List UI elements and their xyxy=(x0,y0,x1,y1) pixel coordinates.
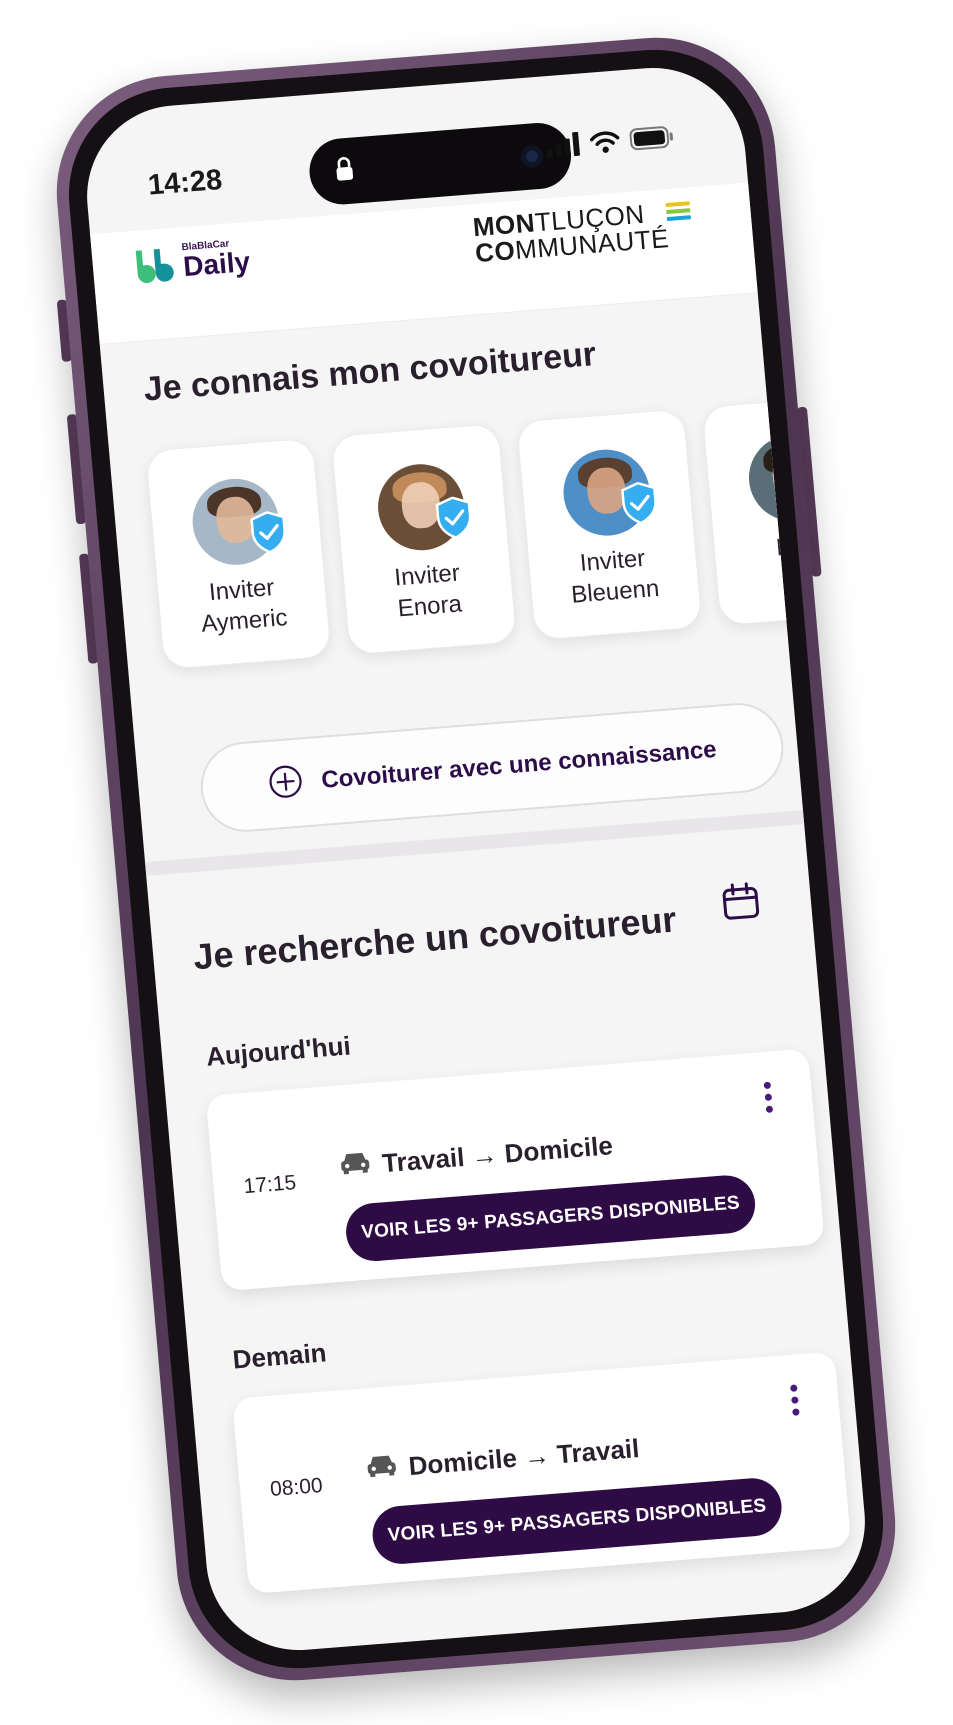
verified-badge-icon xyxy=(619,481,661,531)
contact-carousel[interactable]: Inviter Aymeric Inviter Enora Inviter Bl… xyxy=(145,393,873,680)
day-label-today: Aujourd'hui xyxy=(204,1030,352,1072)
avatar xyxy=(374,461,472,554)
trip-time: 08:00 xyxy=(269,1473,324,1502)
trip-card-tomorrow[interactable]: 08:00 Domicile → Travail VOIR LES 9+ PAS… xyxy=(232,1351,852,1595)
status-icons xyxy=(545,124,675,163)
carpool-with-acquaintance-label: Covoiturer avec une connaissance xyxy=(320,735,718,794)
trip-route-label: Travail → Domicile xyxy=(380,1130,614,1179)
more-vertical-icon[interactable] xyxy=(763,1081,774,1114)
avatar xyxy=(559,446,657,539)
app-screen: 14:28 BlaBlaCar Daily MONTLUÇON COMMUNAU… xyxy=(79,61,873,1657)
contact-card-bleuenn[interactable]: Inviter Bleuenn xyxy=(516,408,703,641)
partner-logo-co: CO xyxy=(473,235,517,269)
phone-mockup: 14:28 BlaBlaCar Daily MONTLUÇON COMMUNAU… xyxy=(46,28,906,1690)
day-label-tomorrow: Demain xyxy=(231,1337,328,1375)
trip-route-label: Domicile → Travail xyxy=(407,1433,641,1482)
trip-route: Domicile → Travail xyxy=(365,1433,640,1485)
view-passengers-button[interactable]: VOIR LES 9+ PASSAGERS DISPONIBLES xyxy=(370,1476,784,1567)
view-passengers-button[interactable]: VOIR LES 9+ PASSAGERS DISPONIBLES xyxy=(343,1173,758,1264)
lock-icon xyxy=(334,156,355,188)
wifi-icon xyxy=(589,129,621,160)
signal-icon xyxy=(545,131,581,164)
search-carpooler-title: Je recherche un covoitureur xyxy=(191,898,678,978)
contact-card-aymeric[interactable]: Inviter Aymeric xyxy=(145,437,332,670)
trip-route: Travail → Domicile xyxy=(339,1130,614,1182)
trip-time: 17:15 xyxy=(242,1171,298,1199)
car-icon xyxy=(365,1452,398,1485)
plus-circle-icon xyxy=(266,762,305,806)
carpool-with-acquaintance-button[interactable]: Covoiturer avec une connaissance xyxy=(197,699,788,836)
dynamic-island xyxy=(306,120,574,207)
camera-icon xyxy=(520,144,544,169)
status-time: 14:28 xyxy=(146,163,224,202)
blablacar-logo-icon xyxy=(135,248,174,284)
known-carpooler-title: Je connais mon covoitureur xyxy=(142,335,598,409)
car-icon xyxy=(339,1149,372,1182)
verified-badge-icon xyxy=(433,495,475,545)
logo-brand-name: Daily xyxy=(181,245,252,283)
more-vertical-icon[interactable] xyxy=(790,1384,800,1416)
battery-icon xyxy=(629,124,675,156)
calendar-icon[interactable] xyxy=(719,880,763,928)
avatar xyxy=(189,475,286,569)
contact-card-enora[interactable]: Inviter Enora xyxy=(330,422,518,656)
verified-badge-icon xyxy=(248,510,290,560)
partner-logo-stripes xyxy=(665,201,692,224)
blablacar-daily-logo: BlaBlaCar Daily xyxy=(129,238,251,285)
trip-card-today[interactable]: 17:15 Travail → Domicile VOIR LES 9+ PAS… xyxy=(205,1048,825,1292)
